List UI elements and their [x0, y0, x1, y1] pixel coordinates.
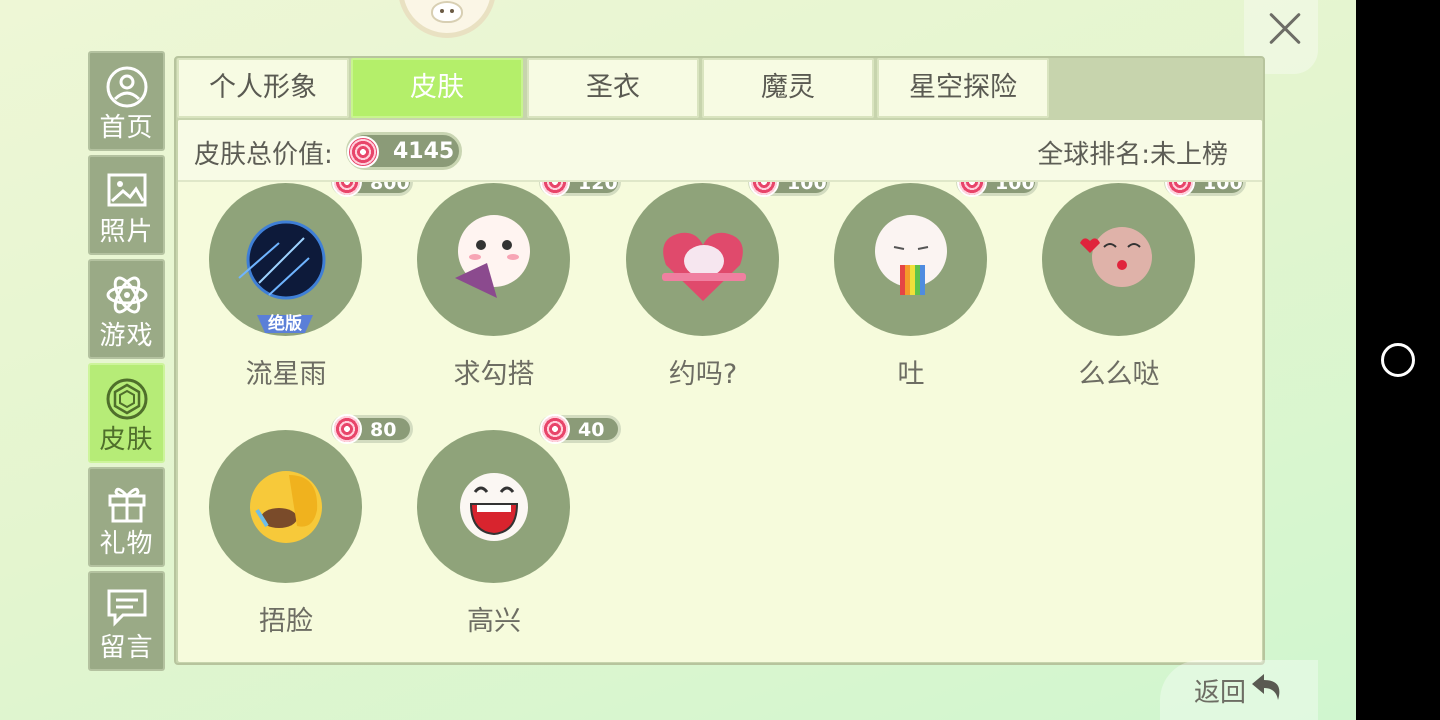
skin-name: 捂脸 — [259, 606, 313, 637]
candy-icon — [347, 136, 379, 168]
tab-skins[interactable]: 皮肤 — [351, 58, 523, 118]
sidebar-item-skins[interactable]: 皮肤 — [88, 363, 165, 463]
skin-item-facepalm[interactable]: 80 捂脸 — [178, 367, 413, 637]
skins-content: 皮肤总价值: 4145 全球排名:未上榜 800 绝版 流星雨 120 求勾搭 … — [178, 120, 1262, 662]
tab-magic-spirit[interactable]: 魔灵 — [702, 58, 874, 118]
sidebar-item-label: 皮肤 — [99, 425, 154, 455]
close-icon[interactable] — [1262, 6, 1308, 52]
back-button[interactable]: 返回 — [1160, 660, 1318, 720]
tab-avatar[interactable]: 个人形象 — [177, 58, 349, 118]
skin-item-happy[interactable]: 40 高兴 — [386, 367, 621, 637]
sidebar-item-games[interactable]: 游戏 — [88, 259, 165, 359]
global-rank: 全球排名:未上榜 — [1037, 140, 1228, 170]
kiss-face-icon — [1080, 227, 1152, 287]
rainbow-vomit-icon — [875, 215, 947, 295]
skin-name: 约吗? — [668, 359, 738, 390]
fan-face-icon — [455, 215, 530, 298]
facepalm-icon — [250, 471, 322, 543]
message-icon — [107, 589, 146, 627]
sidebar-item-photos[interactable]: 照片 — [88, 155, 165, 255]
back-arrow-icon — [1252, 674, 1280, 700]
summary-bar: 皮肤总价值: 4145 全球排名:未上榜 — [178, 120, 1262, 182]
skin-name: 高兴 — [467, 606, 521, 637]
sidebar-item-label: 照片 — [99, 217, 154, 247]
gem-icon — [106, 378, 147, 420]
sidebar-item-label: 游戏 — [99, 321, 154, 351]
tab-holy-cloth[interactable]: 圣衣 — [527, 58, 699, 118]
profile-icon — [106, 66, 147, 108]
sidebar-item-label: 首页 — [99, 113, 154, 143]
user-avatar — [398, 0, 496, 38]
back-label: 返回 — [1194, 678, 1247, 708]
gift-icon — [108, 487, 145, 523]
limited-badge: 绝版 — [268, 313, 302, 334]
tab-star-exploration[interactable]: 星空探险 — [877, 58, 1049, 118]
total-value-badge: 4145 — [346, 132, 462, 170]
laughing-face-icon — [460, 473, 528, 541]
total-value: 4145 — [393, 139, 455, 164]
skin-name: 吐 — [897, 359, 925, 390]
sidebar-item-label: 留言 — [99, 633, 154, 663]
home-icon[interactable] — [1381, 343, 1415, 377]
atom-icon — [106, 276, 147, 314]
heart-date-icon — [662, 232, 746, 301]
sidebar-item-home[interactable]: 首页 — [88, 51, 165, 151]
sidebar-item-gifts[interactable]: 礼物 — [88, 467, 165, 567]
sidebar-item-label: 礼物 — [99, 529, 154, 559]
total-value-label: 皮肤总价值: — [194, 140, 333, 170]
meteor-shower-icon: 绝版 — [238, 220, 326, 334]
photo-icon — [107, 173, 146, 207]
skin-name: 么么哒 — [1078, 359, 1160, 390]
price-value: 40 — [578, 419, 605, 441]
sidebar-item-messages[interactable]: 留言 — [88, 571, 165, 671]
